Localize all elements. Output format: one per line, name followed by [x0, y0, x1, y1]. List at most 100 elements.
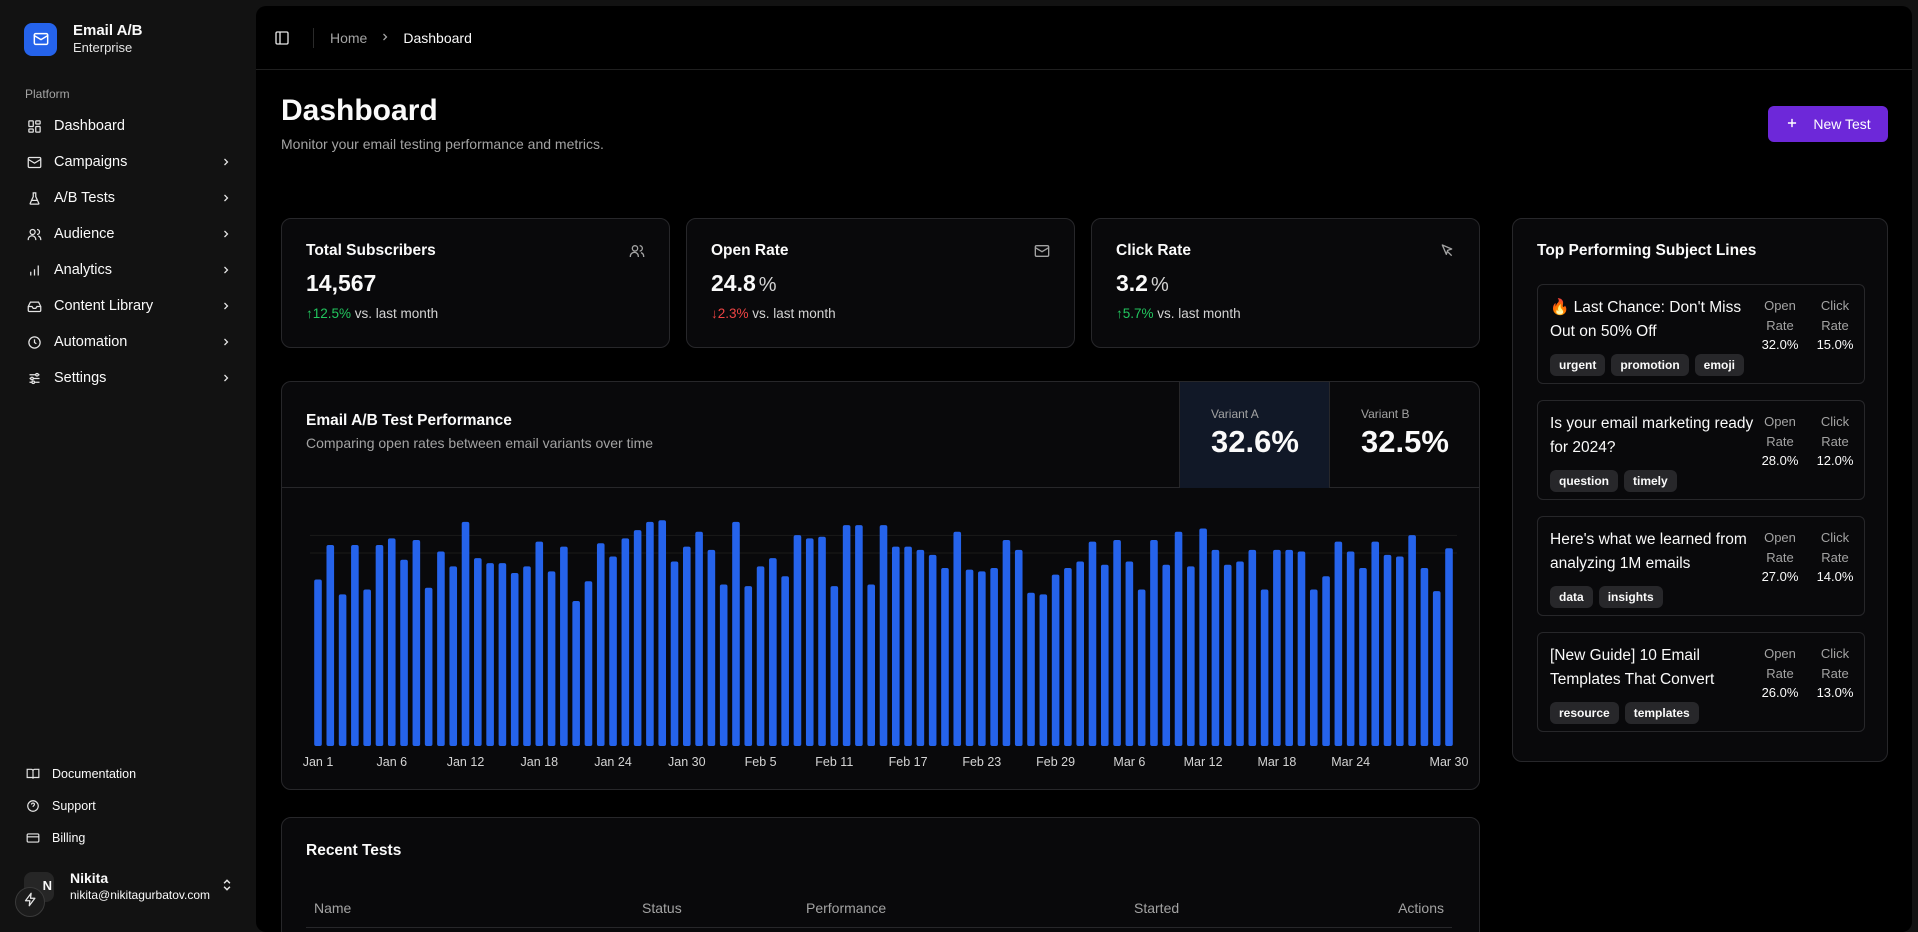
chart-bar[interactable] [363, 589, 371, 746]
chart-bar[interactable] [1039, 594, 1048, 746]
chart-bar[interactable] [965, 569, 974, 746]
chart-bar[interactable] [461, 521, 470, 746]
chart-bar[interactable] [769, 558, 777, 746]
chart-bar[interactable] [1014, 549, 1023, 746]
chart-bar[interactable] [683, 546, 691, 746]
chart-bar[interactable] [1248, 549, 1257, 746]
sidebar-item-dashboard[interactable]: Dashboard [16, 108, 242, 144]
sidebar-item-audience[interactable]: Audience [16, 216, 242, 252]
chart-bar[interactable] [1408, 535, 1416, 746]
subject-line-item[interactable]: Is your email marketing ready for 2024? … [1537, 400, 1865, 500]
sidebar-item-settings[interactable]: Settings [16, 360, 242, 396]
quick-action-button[interactable] [15, 887, 45, 917]
chart-bar[interactable] [1002, 540, 1011, 746]
chart-bar[interactable] [1211, 549, 1220, 746]
chart-bar[interactable] [1113, 540, 1121, 746]
chart-bar[interactable] [1309, 589, 1318, 746]
chart-bar[interactable] [732, 521, 740, 746]
user-menu[interactable]: N Nikita nikita@nikitagurbatov.com [24, 870, 234, 903]
chart-bar[interactable] [1322, 576, 1330, 746]
chart-bar[interactable] [891, 546, 900, 746]
chart-bar[interactable] [351, 544, 359, 746]
variant-a-toggle[interactable]: Variant A 32.6% [1179, 382, 1329, 488]
chart-bar[interactable] [1199, 528, 1207, 746]
subject-line-item[interactable]: 🔥 Last Chance: Don't Miss Out on 50% Off… [1537, 284, 1865, 384]
chart-bar[interactable] [1346, 551, 1355, 746]
chart-bar[interactable] [1150, 540, 1158, 746]
chart-bar[interactable] [621, 538, 630, 746]
chart-bar[interactable] [756, 566, 765, 746]
chart-bar[interactable] [842, 525, 851, 746]
chart-bar[interactable] [670, 561, 679, 746]
chart-bar[interactable] [474, 558, 482, 746]
chart-bar[interactable] [867, 584, 876, 746]
chart-bar[interactable] [1187, 566, 1195, 746]
chart-bar[interactable] [953, 531, 962, 746]
chart-bar[interactable] [744, 586, 753, 746]
chart-bar[interactable] [1064, 568, 1072, 746]
chart-bar[interactable] [1223, 564, 1232, 746]
subject-line-item[interactable]: [New Guide] 10 Email Templates That Conv… [1537, 632, 1865, 732]
chart-bar[interactable] [1359, 568, 1367, 746]
chart-bar[interactable] [707, 549, 716, 746]
brand-switcher[interactable]: Email A/B Enterprise [24, 22, 142, 56]
chart-bar[interactable] [498, 563, 507, 746]
chart-bar[interactable] [375, 544, 384, 746]
chart-bar[interactable] [941, 568, 949, 746]
sidebar-item-ab-tests[interactable]: A/B Tests [16, 180, 242, 216]
chart-bar[interactable] [560, 546, 568, 746]
chart-bar[interactable] [1076, 561, 1084, 746]
chart-bar[interactable] [904, 546, 912, 746]
chart-bar[interactable] [818, 536, 826, 746]
chart-bar[interactable] [437, 551, 445, 746]
chart-bar[interactable] [1371, 541, 1380, 746]
sidebar-item-automation[interactable]: Automation [16, 324, 242, 360]
chart-bar[interactable] [314, 579, 322, 746]
chart-bar[interactable] [1051, 574, 1060, 746]
subject-line-item[interactable]: Here's what we learned from analyzing 1M… [1537, 516, 1865, 616]
chart-bar[interactable] [1260, 589, 1269, 746]
chart-bar[interactable] [1285, 549, 1293, 746]
chart-bar[interactable] [719, 584, 728, 746]
chart-bar[interactable] [547, 571, 556, 746]
chart-bar[interactable] [879, 525, 888, 746]
chart-bar[interactable] [928, 554, 937, 746]
chart-bar[interactable] [1088, 541, 1097, 746]
chart-bar[interactable] [510, 572, 519, 746]
chart-bar[interactable] [338, 594, 347, 746]
chart-bar[interactable] [1162, 564, 1171, 746]
chart-bar[interactable] [1445, 548, 1453, 746]
breadcrumb-home[interactable]: Home [330, 30, 367, 46]
chart-bar[interactable] [387, 538, 396, 746]
chart-bar[interactable] [535, 541, 544, 746]
sidebar-item-content-library[interactable]: Content Library [16, 288, 242, 324]
chart-bar[interactable] [424, 587, 433, 746]
chart-bar[interactable] [633, 530, 642, 746]
chart-bar[interactable] [1273, 549, 1281, 746]
chart-bar[interactable] [486, 563, 494, 746]
chart-bar[interactable] [1297, 551, 1306, 746]
chart-bar[interactable] [1027, 592, 1035, 746]
chart-bar[interactable] [523, 566, 531, 746]
chart-bar[interactable] [646, 521, 654, 746]
chart-bar[interactable] [1396, 556, 1404, 746]
chart-bar[interactable] [1125, 561, 1134, 746]
chart-bar[interactable] [978, 571, 986, 746]
chart-bar[interactable] [449, 566, 458, 746]
chart-bar[interactable] [572, 600, 580, 746]
sidebar-toggle-icon[interactable] [274, 30, 290, 51]
sidebar-item-campaigns[interactable]: Campaigns [16, 144, 242, 180]
chart-bar[interactable] [855, 525, 863, 746]
chart-bar[interactable] [830, 586, 839, 746]
chart-bar[interactable] [584, 581, 593, 746]
sidebar-item-billing[interactable]: Billing [16, 822, 242, 854]
chart-bar[interactable] [781, 576, 789, 746]
chart-bar[interactable] [326, 544, 335, 746]
sidebar-item-documentation[interactable]: Documentation [16, 758, 242, 790]
sidebar-item-support[interactable]: Support [16, 790, 242, 822]
chart-bar[interactable] [990, 568, 998, 746]
chart-bar[interactable] [400, 559, 408, 746]
chart-bar[interactable] [916, 549, 925, 746]
chart-bar[interactable] [596, 543, 605, 746]
chart-bar[interactable] [1420, 568, 1429, 746]
